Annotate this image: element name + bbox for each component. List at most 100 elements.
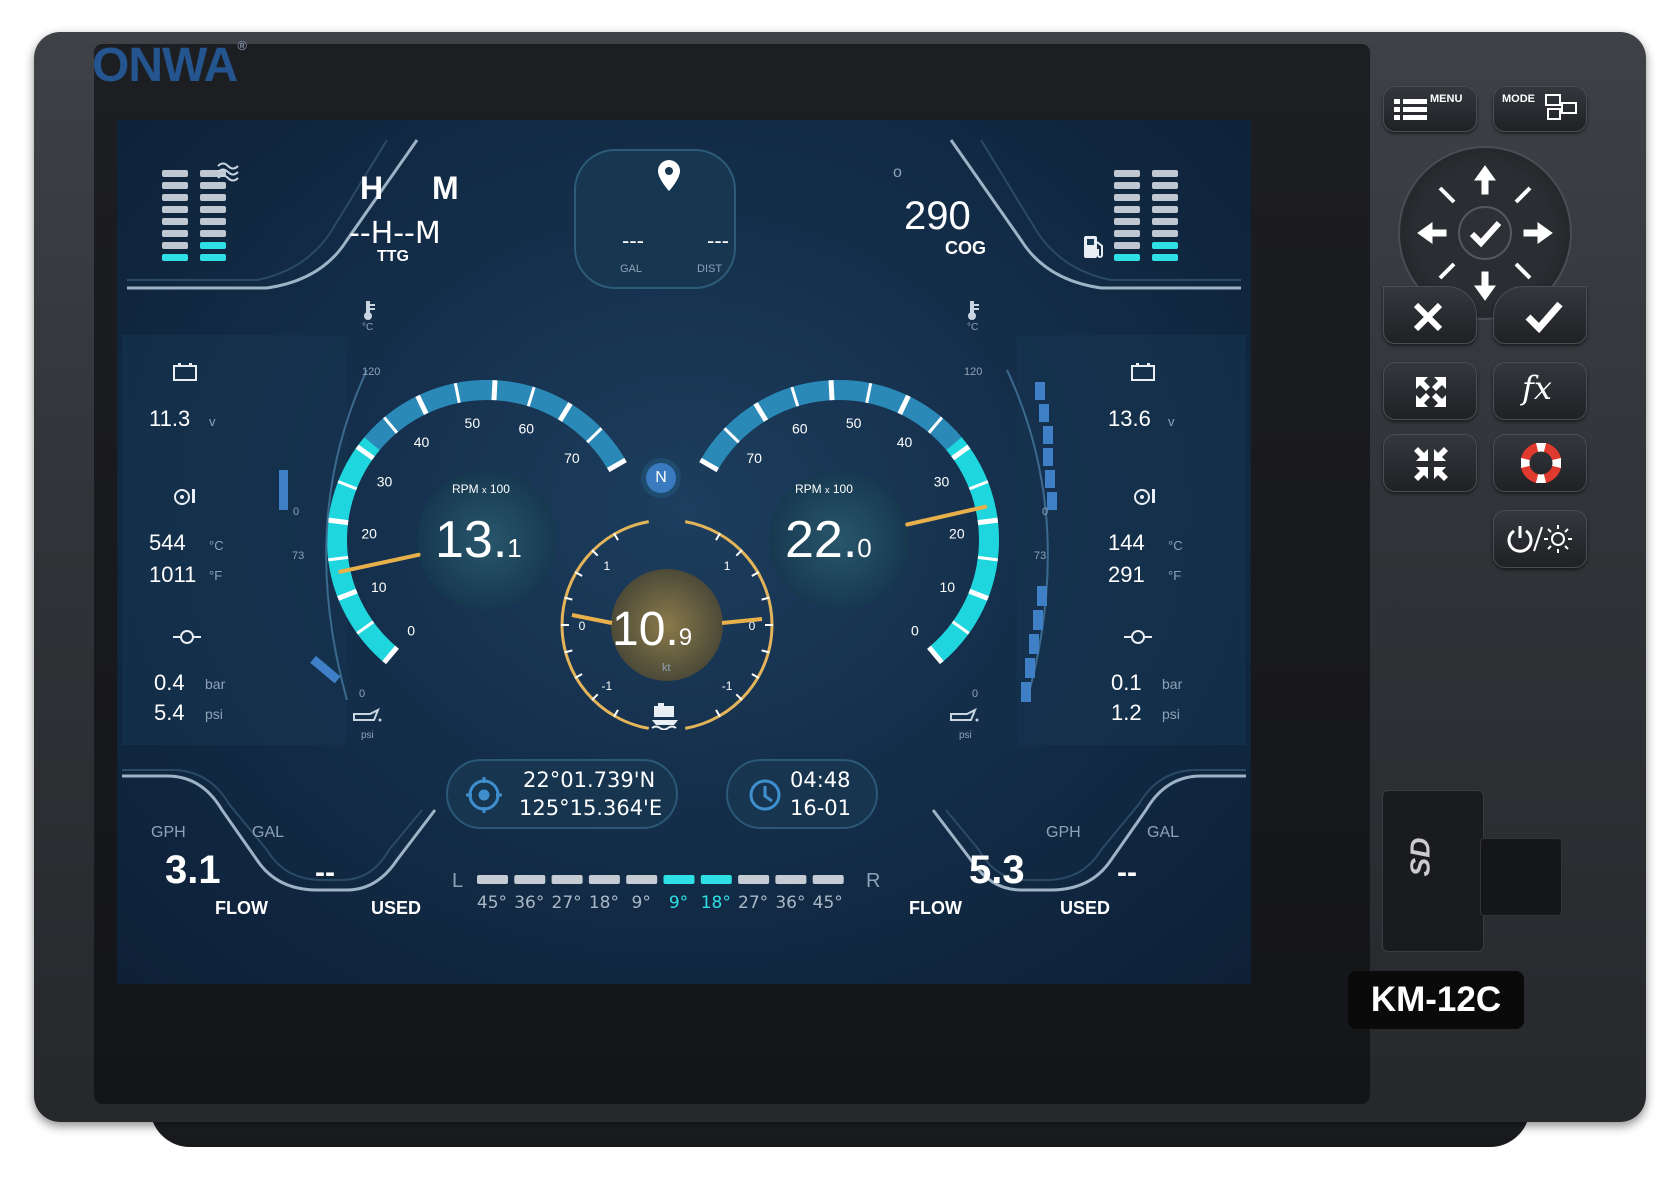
psi-unit-right: psi — [1162, 706, 1180, 722]
coolant-bar-right — [1039, 404, 1049, 422]
speed-tick — [735, 549, 743, 557]
coolant-bar-right — [1043, 448, 1053, 466]
coolant-min-left: 0 — [293, 506, 300, 518]
menu-key-label: MENU — [1430, 93, 1463, 105]
oil-bar-right — [1033, 610, 1043, 630]
fuel-used-left: -- — [315, 856, 335, 889]
expand-icon — [1416, 377, 1446, 407]
coolant-bar-right — [1045, 470, 1055, 488]
oil-pressure-psi-right: 1.2 — [1111, 700, 1142, 725]
mode-key[interactable]: MODE — [1493, 86, 1587, 132]
coolant-bar-left — [279, 470, 288, 510]
exhaust-c-unit-left: °C — [209, 538, 224, 553]
rpm-value-right: 22.0 — [785, 511, 872, 569]
fx-icon: fx — [1522, 369, 1552, 407]
rudder-segment — [588, 875, 620, 884]
zoom-in-key[interactable] — [1383, 362, 1477, 420]
rudder-left-label: L — [452, 870, 464, 892]
coolant-bar-right — [1035, 382, 1045, 400]
oil-bar-right — [1021, 682, 1031, 702]
gal-label-left: GAL — [252, 824, 285, 841]
rpm-value-left: 13.1 — [435, 511, 522, 569]
rpm-tick-right — [828, 380, 835, 401]
function-key[interactable]: fx — [1493, 362, 1587, 420]
rudder-scale-label: 36° — [775, 893, 805, 913]
mob-key[interactable] — [1493, 434, 1587, 492]
rudder-segment — [812, 875, 844, 884]
model-badge: KM-12C — [1348, 971, 1524, 1029]
tank-segment-right — [1114, 206, 1140, 213]
rudder-segment — [775, 875, 807, 884]
gph-label-right: GPH — [1046, 824, 1081, 841]
tank-segment-left — [200, 182, 226, 189]
dist-label: DIST — [697, 263, 723, 275]
sd-card-door[interactable] — [1480, 838, 1562, 916]
tank-segment-right — [1114, 182, 1140, 189]
coolant-bar-right — [1043, 426, 1053, 444]
rudder-segment — [514, 875, 546, 884]
tank-segment-left — [200, 194, 226, 201]
fuel-flow-right: 5.3 — [969, 848, 1025, 892]
zoom-out-key[interactable] — [1383, 434, 1477, 492]
rudder-segment — [551, 875, 583, 884]
exhaust-f-unit-right: °F — [1168, 568, 1182, 583]
rpm-tick-label-left: 70 — [564, 450, 580, 466]
rpm-label-right: RPM x 100 — [795, 482, 853, 496]
battery-voltage-right: 13.6 — [1108, 406, 1151, 431]
rpm-tick-label-right: 10 — [939, 579, 955, 595]
cog-label: COG — [945, 238, 987, 258]
sd-card-slot[interactable]: SD — [1382, 790, 1484, 952]
battery-voltage-left: 11.3 — [149, 406, 191, 431]
used-label-right: USED — [1060, 898, 1111, 918]
menu-key[interactable]: MENU — [1383, 86, 1477, 132]
rpm-label-left: RPM x 100 — [452, 482, 510, 496]
used-label-left: USED — [371, 898, 422, 918]
rudder-scale-label: 36° — [514, 893, 544, 913]
rpm-arc-blue-left — [364, 380, 626, 471]
tank-segment-left — [200, 254, 226, 261]
rpm-tick-label-left: 60 — [518, 421, 534, 437]
rpm-tick-label-right: 50 — [846, 415, 862, 431]
rpm-tick-label-right: 60 — [792, 421, 808, 437]
battery-unit-right: v — [1168, 414, 1175, 429]
power-brightness-key[interactable] — [1493, 510, 1587, 568]
flow-label-left: FLOW — [215, 898, 268, 918]
tank-segment-left — [162, 230, 188, 237]
tank-segment-left — [162, 218, 188, 225]
tank-segment-right — [1152, 170, 1178, 177]
speed-tick — [735, 693, 743, 701]
tank-segment-left — [200, 218, 226, 225]
rudder-segment — [738, 875, 770, 884]
tank-segment-right — [1152, 218, 1178, 225]
rudder-scale-label: 27° — [738, 893, 768, 913]
tank-segment-right — [1114, 242, 1140, 249]
rpm-tick-label-left: 30 — [377, 474, 393, 490]
rudder-segment — [626, 875, 658, 884]
rpm-tick-label-right: 20 — [949, 526, 965, 542]
rudder-scale-label: 18° — [701, 893, 731, 913]
tank-segment-left — [200, 206, 226, 213]
tank-segment-left — [162, 242, 188, 249]
oil-unit-right: psi — [959, 730, 972, 741]
speed-tick-label-right: 1 — [724, 559, 731, 573]
rpm-tick-label-right: 40 — [897, 434, 913, 450]
cancel-key[interactable] — [1383, 286, 1477, 344]
speed-value: 10.9 — [612, 603, 693, 656]
coolant-max-left: 120 — [362, 366, 381, 378]
enter-key[interactable] — [1493, 286, 1587, 344]
oil-max-left: 73 — [292, 550, 305, 562]
coolant-unit-left: °C — [362, 322, 374, 333]
display-screen: 0 10 20 30 40 50 60 70 0 10 20 30 40 50 60 70 1 0 -1 1 0 -1 45… — [117, 120, 1251, 984]
oil-bar-right — [1025, 658, 1035, 678]
brightness-icon — [1544, 525, 1572, 553]
ttg-h-label: H — [360, 170, 384, 206]
tank-segment-left — [162, 206, 188, 213]
collapse-icon — [1414, 447, 1448, 481]
mode-key-label: MODE — [1502, 93, 1535, 105]
exhaust-f-unit-left: °F — [209, 568, 223, 583]
oil-min-right: 0 — [972, 688, 979, 700]
coolant-unit-right: °C — [967, 322, 979, 333]
rpm-tick-label-left: 50 — [465, 415, 481, 431]
gph-label-left: GPH — [151, 824, 186, 841]
tank-segment-left — [162, 170, 188, 177]
